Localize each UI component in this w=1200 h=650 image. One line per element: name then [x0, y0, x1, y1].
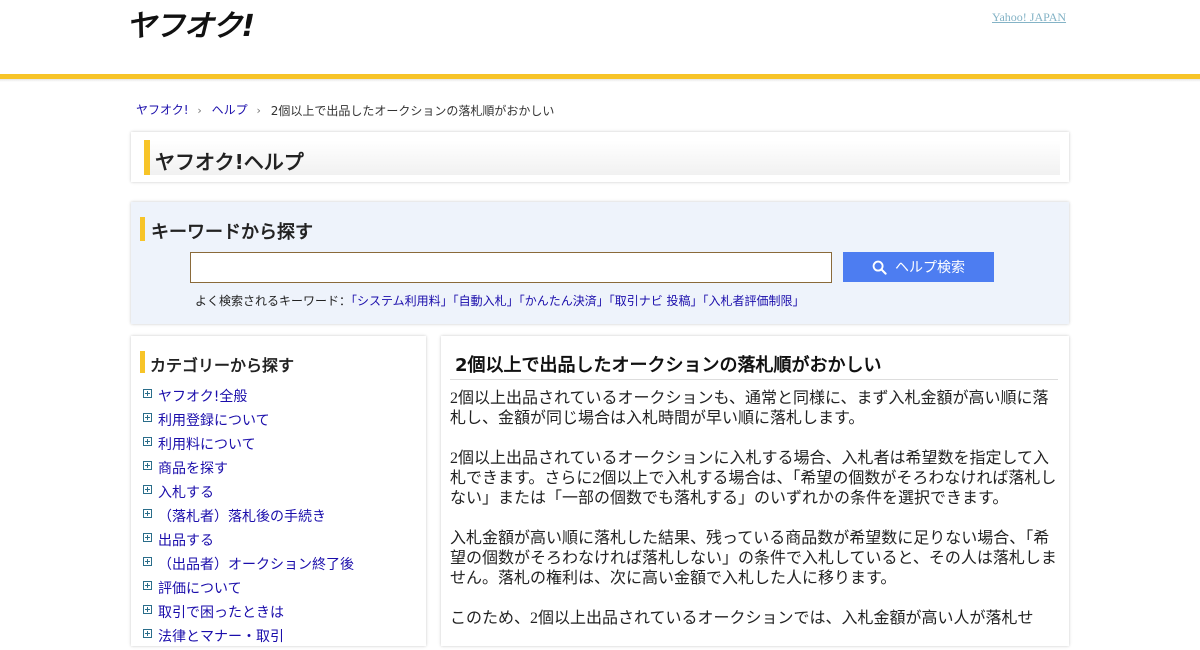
- search-input[interactable]: [190, 252, 832, 283]
- chevron-right-icon: ›: [197, 104, 202, 117]
- category-link[interactable]: 利用登録について: [158, 410, 270, 430]
- category-nav: カテゴリーから探す ヤフオク!全般 利用登録について 利用料について 商品を探す…: [131, 336, 426, 646]
- page-title: ヤフオク!ヘルプ: [155, 150, 304, 174]
- category-link[interactable]: ヤフオク!全般: [158, 386, 247, 406]
- breadcrumb: ヤフオク! › ヘルプ › 2個以上で出品したオークションの落札順がおかしい: [136, 101, 554, 119]
- category-link[interactable]: 利用料について: [158, 434, 256, 454]
- popular-keywords: よく検索されるキーワード：「システム利用料」「自動入札」「かんたん決済」「取引ナ…: [195, 292, 805, 309]
- category-link[interactable]: 取引で困ったときは: [158, 602, 284, 622]
- popular-keywords-label: よく検索されるキーワード：: [195, 294, 352, 308]
- svg-text:ヤフオク!: ヤフオク!: [126, 9, 254, 42]
- category-link[interactable]: （落札者）落札後の手続き: [158, 506, 326, 526]
- expand-plus-icon[interactable]: [143, 389, 152, 398]
- category-link[interactable]: 商品を探す: [158, 458, 228, 478]
- keyword-search-section: キーワードから探す ヘルプ検索 よく検索されるキーワード：「システム利用料」「自…: [131, 202, 1069, 324]
- help-search-button-label: ヘルプ検索: [895, 259, 965, 275]
- category-link[interactable]: 評価について: [158, 578, 242, 598]
- category-item[interactable]: 評価について: [143, 578, 354, 602]
- popular-keyword-link[interactable]: 「システム利用料」: [351, 294, 453, 308]
- article-title-divider: [450, 379, 1058, 380]
- category-item[interactable]: 利用料について: [143, 434, 354, 458]
- article-paragraph: 2個以上出品されているオークションも、通常と同様に、まず入札金額が高い順に落札し…: [450, 390, 1049, 427]
- chevron-right-icon: ›: [256, 104, 261, 117]
- expand-plus-icon[interactable]: [143, 509, 152, 518]
- article-paragraph: 入札金額が高い順に落札した結果、残っている商品数が希望数に足りない場合、「希望の…: [450, 530, 1057, 587]
- category-item[interactable]: 商品を探す: [143, 458, 354, 482]
- expand-plus-icon[interactable]: [143, 629, 152, 638]
- category-link[interactable]: 入札する: [158, 482, 214, 502]
- site-header: ヤフオク! Yahoo! JAPAN: [0, 0, 1200, 74]
- help-search-button[interactable]: ヘルプ検索: [843, 252, 994, 282]
- article-paragraph: このため、2個以上出品されているオークションでは、入札金額が高い人が落札せ: [450, 610, 1034, 627]
- search-icon: [872, 260, 887, 275]
- category-list: ヤフオク!全般 利用登録について 利用料について 商品を探す 入札する （落札者…: [143, 386, 354, 650]
- breadcrumb-home[interactable]: ヤフオク!: [136, 103, 189, 117]
- expand-plus-icon[interactable]: [143, 461, 152, 470]
- category-heading: カテゴリーから探す: [150, 356, 295, 375]
- article-panel: 2個以上で出品したオークションの落札順がおかしい 2個以上出品されているオークシ…: [441, 336, 1069, 646]
- header-shadow: [0, 79, 1200, 82]
- article-body: 2個以上出品されているオークションも、通常と同様に、まず入札金額が高い順に落札し…: [450, 389, 1060, 649]
- expand-plus-icon[interactable]: [143, 605, 152, 614]
- popular-keyword-link[interactable]: 「かんたん決済」: [519, 294, 609, 308]
- article-paragraph: 2個以上出品されているオークションに入札する場合、入札者は希望数を指定して入札で…: [450, 450, 1057, 507]
- category-item[interactable]: 出品する: [143, 530, 354, 554]
- breadcrumb-help[interactable]: ヘルプ: [212, 103, 248, 117]
- popular-keyword-link[interactable]: 「入札者評価制限」: [703, 294, 805, 308]
- breadcrumb-current: 2個以上で出品したオークションの落札順がおかしい: [270, 104, 555, 118]
- category-item[interactable]: 入札する: [143, 482, 354, 506]
- yahoo-japan-link[interactable]: Yahoo! JAPAN: [992, 10, 1066, 25]
- yahuoku-logo[interactable]: ヤフオク!: [126, 8, 258, 42]
- category-accent-bar: [140, 351, 145, 373]
- expand-plus-icon[interactable]: [143, 581, 152, 590]
- search-accent-bar: [140, 217, 145, 241]
- expand-plus-icon[interactable]: [143, 437, 152, 446]
- expand-plus-icon[interactable]: [143, 533, 152, 542]
- category-item[interactable]: （出品者）オークション終了後: [143, 554, 354, 578]
- category-item[interactable]: 取引で困ったときは: [143, 602, 354, 626]
- search-heading: キーワードから探す: [151, 222, 313, 243]
- category-link[interactable]: （出品者）オークション終了後: [158, 554, 354, 574]
- article-title: 2個以上で出品したオークションの落札順がおかしい: [455, 355, 882, 376]
- category-item[interactable]: ヤフオク!全般: [143, 386, 354, 410]
- category-item[interactable]: （落札者）落札後の手続き: [143, 506, 354, 530]
- popular-keyword-link[interactable]: 「自動入札」: [453, 294, 519, 308]
- expand-plus-icon[interactable]: [143, 413, 152, 422]
- category-link[interactable]: 法律とマナー・取引: [158, 626, 284, 646]
- popular-keyword-link[interactable]: 「取引ナビ 投稿」: [609, 294, 703, 308]
- category-item[interactable]: 利用登録について: [143, 410, 354, 434]
- title-accent-bar: [144, 140, 150, 175]
- expand-plus-icon[interactable]: [143, 557, 152, 566]
- help-title-banner: ヤフオク!ヘルプ: [144, 140, 1060, 175]
- category-link[interactable]: 出品する: [158, 530, 214, 550]
- help-title-card: ヤフオク!ヘルプ: [131, 132, 1069, 182]
- expand-plus-icon[interactable]: [143, 485, 152, 494]
